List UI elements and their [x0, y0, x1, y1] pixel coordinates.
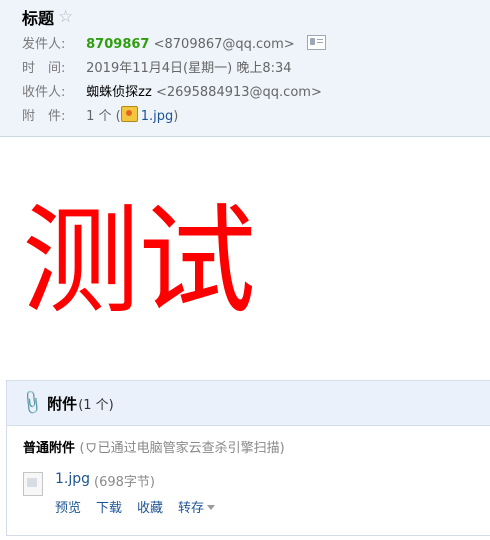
normal-attachments-label: 普通附件 (⛉ 已通过电脑管家云查杀引擎扫描) — [23, 437, 285, 456]
contact-card-icon[interactable] — [306, 35, 326, 50]
save-to-button[interactable]: 转存 — [178, 501, 204, 516]
download-button[interactable]: 下载 — [96, 497, 122, 516]
scan-note-open: ( — [79, 441, 85, 456]
star-icon[interactable]: ☆ — [58, 8, 73, 26]
attachment-row: 附 件: 1 个 ( 1.jpg) — [22, 106, 178, 126]
attachment-link[interactable]: 1.jpg — [141, 109, 174, 124]
attachment-close-paren: ) — [173, 109, 179, 124]
attachment-count: 1 个 ( — [86, 109, 121, 124]
sender-name[interactable]: 8709867 — [86, 37, 149, 52]
section-label: 普通附件 — [23, 441, 76, 456]
image-thumbnail-icon[interactable] — [23, 472, 43, 496]
file-name-link[interactable]: 1.jpg — [55, 471, 90, 487]
image-icon — [120, 106, 138, 122]
to-row: 收件人: 蜘蛛侦探zz <2695884913@qq.com> — [22, 83, 322, 103]
paperclip-icon: 📎 — [17, 388, 46, 418]
shield-icon: ⛉ — [86, 441, 96, 455]
preview-button[interactable]: 预览 — [55, 497, 81, 516]
scan-note: 已通过电脑管家云查杀引擎扫描) — [97, 441, 285, 456]
recipient-address: <2695884913@qq.com> — [155, 85, 322, 100]
attachments-panel: 📎 附件 (1 个) 普通附件 (⛉ 已通过电脑管家云查杀引擎扫描) 1.jpg … — [6, 380, 490, 536]
attachments-title: 附件 — [47, 394, 78, 413]
attachments-header: 📎 附件 (1 个) — [7, 381, 490, 426]
email-body-text: 测试 — [22, 192, 256, 330]
attachment-label: 附 件: — [22, 109, 66, 124]
favorite-button[interactable]: 收藏 — [137, 497, 163, 516]
sender-address: <8709867@qq.com> — [153, 37, 295, 52]
recipient-name[interactable]: 蜘蛛侦探zz — [86, 85, 152, 100]
email-subject: 标题 — [22, 9, 55, 28]
to-label: 收件人: — [22, 85, 66, 100]
chevron-down-icon[interactable] — [207, 505, 216, 510]
file-actions: 预览 下载 收藏 转存 — [55, 497, 216, 516]
from-label: 发件人: — [22, 37, 66, 52]
save-to-dropdown[interactable]: 转存 — [178, 497, 216, 516]
attachment-file: 1.jpg (698字节) — [23, 471, 155, 496]
time-label: 时 间: — [22, 61, 66, 76]
time-value: 2019年11月4日(星期一) 晚上8:34 — [86, 61, 292, 76]
subject-row: 标题 ☆ — [22, 6, 73, 28]
email-header: 标题 ☆ 发件人: 8709867 <8709867@qq.com> 时 间: … — [0, 0, 490, 137]
from-row: 发件人: 8709867 <8709867@qq.com> — [22, 35, 326, 55]
time-row: 时 间: 2019年11月4日(星期一) 晚上8:34 — [22, 59, 292, 79]
attachments-count: (1 个) — [78, 397, 114, 413]
file-size: (698字节) — [94, 475, 155, 490]
